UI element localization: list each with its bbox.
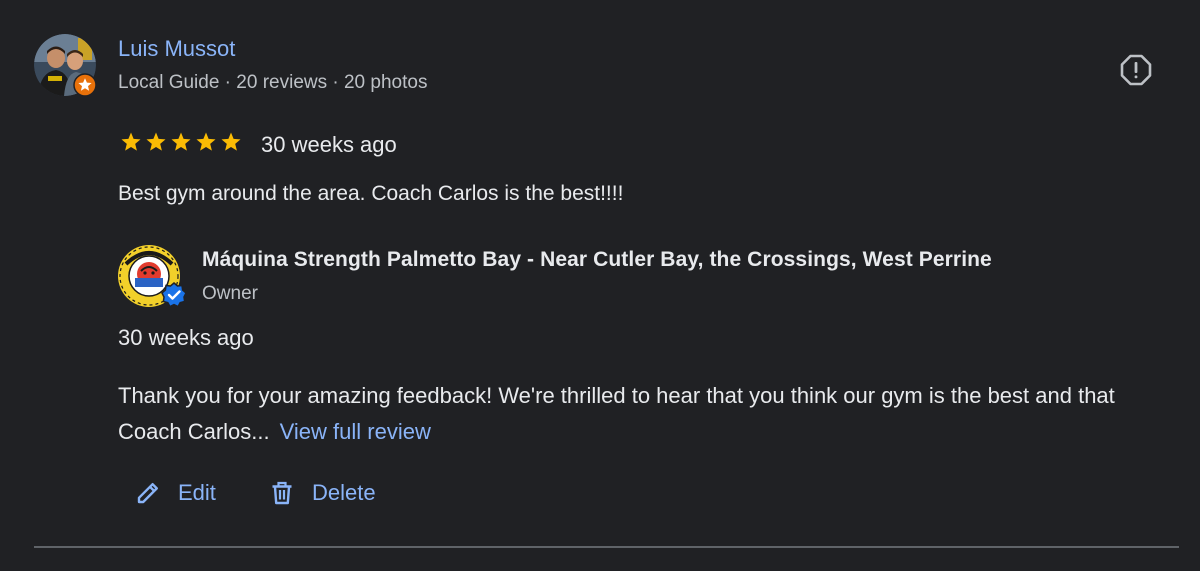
owner-role-label: Owner <box>202 283 258 304</box>
owner-logo[interactable] <box>117 244 189 310</box>
owner-logo-image <box>118 245 187 308</box>
star-icon <box>221 132 241 151</box>
report-review-button[interactable] <box>1115 49 1157 91</box>
delete-button[interactable]: Delete <box>268 472 376 514</box>
divider <box>34 546 1179 548</box>
owner-reply-body: Thank you for your amazing feedback! We'… <box>118 383 1115 444</box>
star-icon <box>146 132 166 151</box>
star-icon <box>121 132 141 151</box>
review-text: Best gym around the area. Coach Carlos i… <box>118 182 624 205</box>
view-full-review-link[interactable]: View full review <box>280 419 431 444</box>
reviewer-name[interactable]: Luis Mussot <box>118 34 235 64</box>
trash-icon <box>272 481 292 505</box>
owner-reply-text: Thank you for your amazing feedback! We'… <box>118 378 1178 450</box>
review-card: Luis Mussot Local Guide · 20 reviews · 2… <box>0 0 1200 571</box>
star-icon <box>196 132 216 151</box>
reviewer-meta: Local Guide · 20 reviews · 20 photos <box>118 72 428 93</box>
reply-time: 30 weeks ago <box>118 325 254 350</box>
local-guide-star-icon <box>73 73 97 97</box>
reviewer-avatar[interactable] <box>34 34 97 97</box>
report-flag-icon <box>1120 54 1152 86</box>
edit-button[interactable]: Edit <box>134 472 216 514</box>
pencil-icon <box>137 483 158 504</box>
star-icon <box>171 132 191 151</box>
verified-badge-icon <box>161 282 187 308</box>
review-time: 30 weeks ago <box>261 132 397 157</box>
star-rating <box>119 130 243 154</box>
edit-label: Edit <box>178 480 216 505</box>
delete-label: Delete <box>312 480 376 505</box>
owner-business-name: Máquina Strength Palmetto Bay - Near Cut… <box>202 248 992 271</box>
